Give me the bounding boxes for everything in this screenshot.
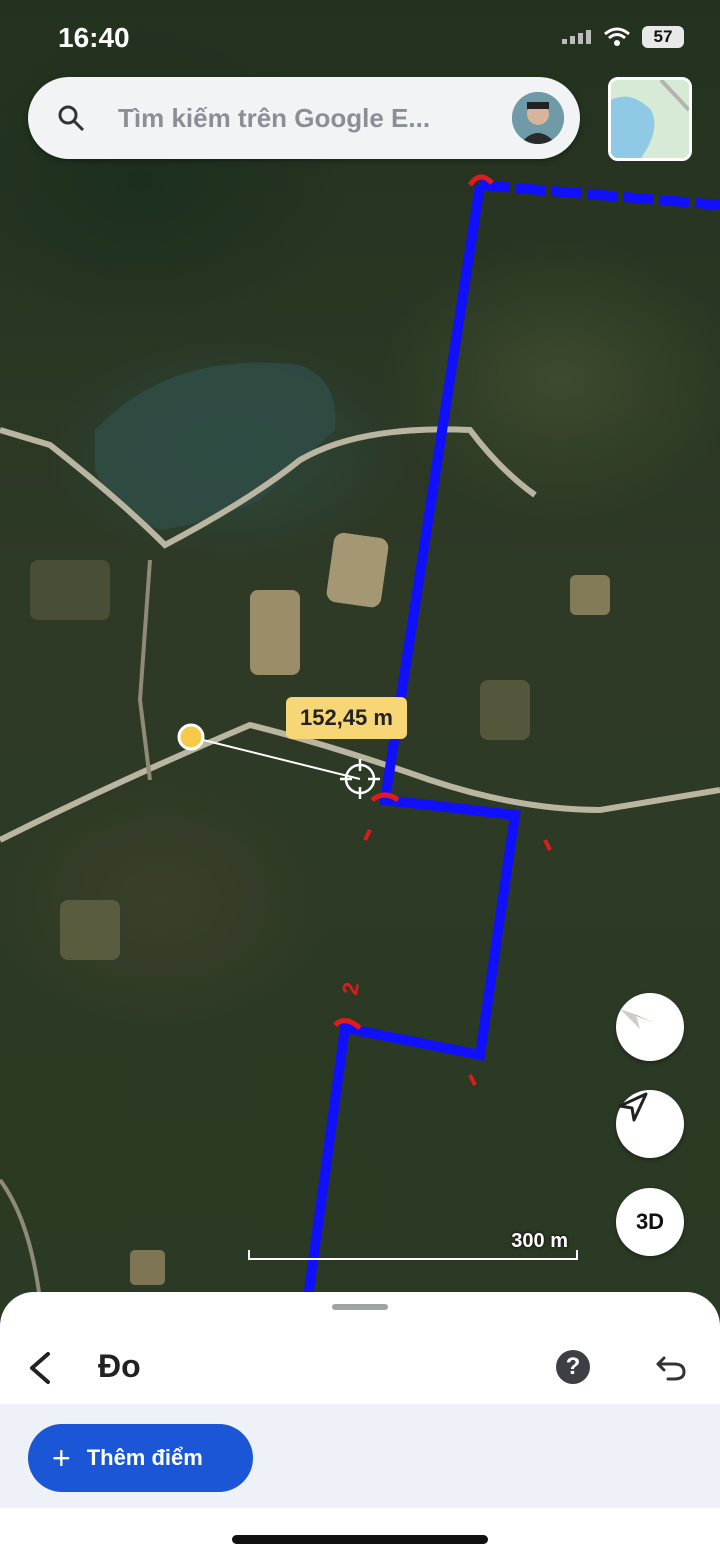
layer-map-icon bbox=[611, 80, 689, 158]
help-icon[interactable]: ? bbox=[556, 1350, 590, 1384]
battery-indicator: 57 bbox=[642, 26, 684, 48]
boundary-marker-label: 2 bbox=[337, 980, 364, 996]
field bbox=[480, 680, 530, 740]
road bbox=[0, 721, 720, 843]
map-view[interactable]: 2 152,45 m 3D 300 m bbox=[0, 0, 720, 1320]
avatar-image bbox=[512, 92, 564, 144]
home-indicator[interactable] bbox=[232, 1535, 488, 1544]
boundary-path-dashed bbox=[479, 180, 720, 210]
compass-button[interactable] bbox=[616, 993, 684, 1061]
boundary-marker bbox=[543, 839, 552, 851]
search-icon bbox=[58, 105, 85, 132]
status-bar: 16:40 57 bbox=[0, 0, 720, 80]
signal-icon bbox=[562, 30, 591, 44]
map-layer-thumbnail[interactable] bbox=[608, 77, 692, 161]
wifi-icon bbox=[604, 27, 630, 46]
status-icons: 57 bbox=[562, 26, 684, 48]
field bbox=[130, 1250, 165, 1285]
avatar[interactable] bbox=[512, 92, 564, 144]
measure-line bbox=[190, 736, 361, 780]
map-canvas: 2 bbox=[0, 174, 720, 1320]
measurement-label: 152,45 m bbox=[286, 697, 407, 739]
scale-line bbox=[248, 1250, 578, 1260]
field bbox=[60, 900, 120, 960]
field bbox=[250, 590, 300, 675]
sheet-title: Đo bbox=[98, 1348, 141, 1384]
boundary-path bbox=[300, 184, 521, 1320]
add-point-label: Thêm điểm bbox=[86, 1445, 203, 1470]
status-time: 16:40 bbox=[58, 22, 130, 53]
boundary-marker bbox=[363, 829, 372, 841]
scale-bar: 300 m bbox=[248, 1230, 578, 1260]
add-point-button[interactable]: + Thêm điểm bbox=[28, 1424, 253, 1492]
3d-toggle-button[interactable]: 3D bbox=[616, 1188, 684, 1256]
sheet-drag-handle[interactable] bbox=[332, 1304, 388, 1310]
road bbox=[0, 1178, 42, 1301]
undo-icon[interactable] bbox=[654, 1350, 688, 1384]
plus-icon: + bbox=[52, 1440, 71, 1476]
measure-start-point[interactable] bbox=[177, 723, 205, 751]
navigation-arrow-icon bbox=[618, 1092, 648, 1122]
search-bar[interactable]: Tìm kiếm trên Google E... bbox=[28, 77, 580, 159]
field bbox=[326, 532, 389, 608]
back-icon[interactable] bbox=[24, 1348, 58, 1388]
field bbox=[570, 575, 610, 615]
measure-sheet: Đo ? + Thêm điểm bbox=[0, 1292, 720, 1559]
lake bbox=[95, 362, 336, 530]
road bbox=[137, 559, 152, 781]
search-placeholder: Tìm kiếm trên Google E... bbox=[118, 103, 431, 133]
boundary-marker bbox=[468, 1074, 477, 1086]
sheet-actions-panel: + Thêm điểm bbox=[0, 1404, 720, 1508]
compass-icon bbox=[620, 1009, 654, 1029]
my-location-button[interactable] bbox=[616, 1090, 684, 1158]
field bbox=[30, 560, 110, 620]
